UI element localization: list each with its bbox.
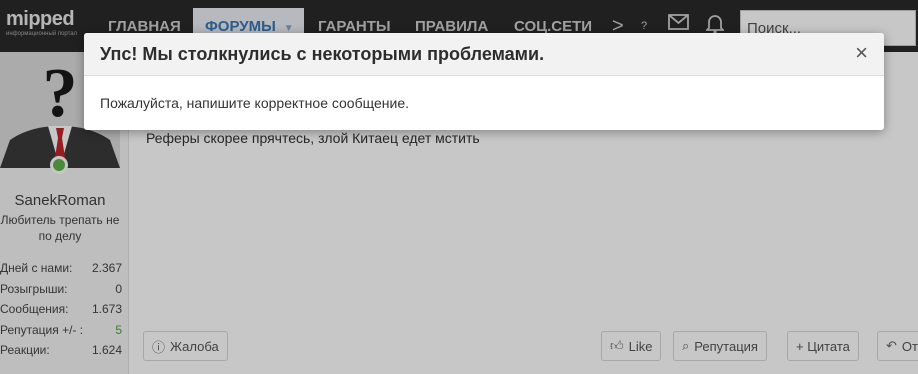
- error-modal: Упс! Мы столкнулись с некоторыми проблем…: [84, 33, 884, 130]
- modal-header: Упс! Мы столкнулись с некоторыми проблем…: [84, 33, 884, 76]
- modal-title: Упс! Мы столкнулись с некоторыми проблем…: [100, 44, 545, 64]
- close-icon[interactable]: ×: [855, 42, 868, 64]
- modal-message: Пожалуйста, напишите корректное сообщени…: [100, 95, 409, 111]
